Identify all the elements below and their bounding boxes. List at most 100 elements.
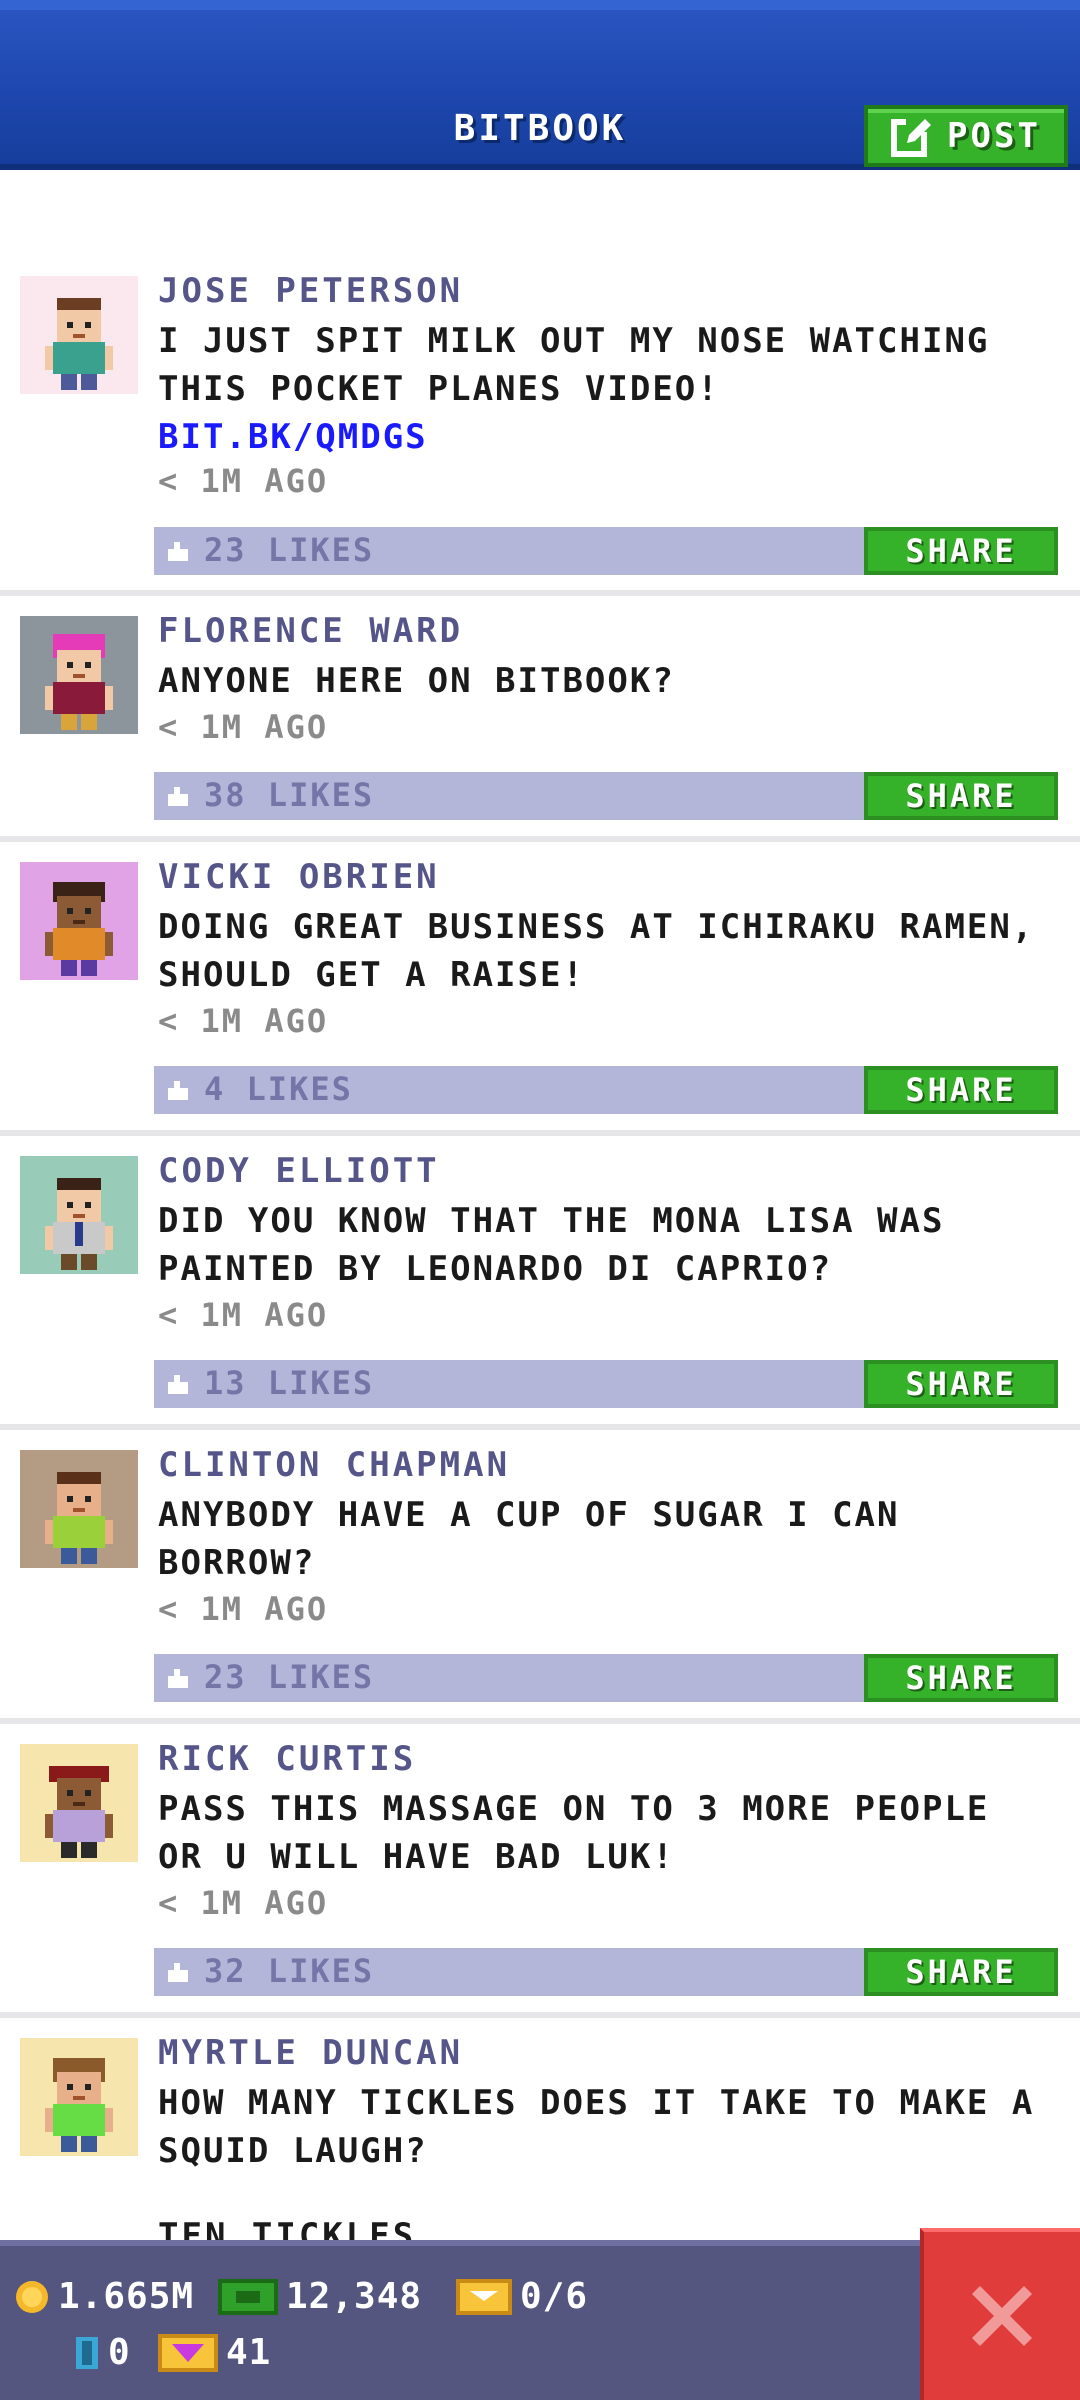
post-author[interactable]: CODY ELLIOTT (158, 1150, 440, 1192)
likes-bar: 23 LIKES SHARE (154, 1654, 1058, 1702)
post-text-line: SHOULD GET A RAISE! (158, 955, 585, 995)
person-icon (45, 1472, 113, 1564)
post-timestamp: < 1M AGO (158, 1296, 329, 1334)
avatar[interactable] (20, 1744, 138, 1862)
elevator-value: 0 (108, 2332, 131, 2373)
post-button[interactable]: POST (864, 105, 1068, 167)
post-author[interactable]: FLORENCE WARD (158, 610, 463, 652)
feed-post: CODY ELLIOTT DID YOU KNOW THAT THE MONA … (0, 1136, 1080, 1430)
share-button[interactable]: SHARE (864, 1066, 1058, 1114)
post-text-line: ANYONE HERE ON BITBOOK? (158, 661, 675, 701)
tickets-value: 0/6 (520, 2276, 589, 2317)
likes-count: 23 LIKES (204, 1658, 375, 1696)
feed-post: CLINTON CHAPMAN ANYBODY HAVE A CUP OF SU… (0, 1430, 1080, 1724)
post-text-line: PASS THIS MASSAGE ON TO 3 MORE PEOPLE (158, 1789, 990, 1829)
post-text: I JUST SPIT MILK OUT MY NOSE WATCHING TH… (158, 317, 1063, 461)
status-bar: 1.665M 12,348 0/6 0 41 (0, 2240, 1080, 2400)
feed-post: MYRTLE DUNCAN HOW MANY TICKLES DOES IT T… (0, 2018, 1080, 2218)
share-button[interactable]: SHARE (864, 1360, 1058, 1408)
likes-count: 23 LIKES (204, 531, 375, 569)
feed-post: FLORENCE WARD ANYONE HERE ON BITBOOK? < … (0, 596, 1080, 842)
share-button[interactable]: SHARE (864, 1948, 1058, 1996)
post-text-line: BORROW? (158, 1543, 316, 1583)
post-timestamp: < 1M AGO (158, 462, 329, 500)
elevator-icon (76, 2336, 98, 2369)
share-button[interactable]: SHARE (864, 1654, 1058, 1702)
feed-post: RICK CURTIS PASS THIS MASSAGE ON TO 3 MO… (0, 1724, 1080, 2018)
post-text-line: I JUST SPIT MILK OUT MY NOSE WATCHING (158, 321, 990, 361)
feed-post: VICKI OBRIEN DOING GREAT BUSINESS AT ICH… (0, 842, 1080, 1136)
post-timestamp: < 1M AGO (158, 708, 329, 746)
close-icon (972, 2286, 1032, 2346)
bux-value: 12,348 (286, 2276, 423, 2317)
post-text-line: DID YOU KNOW THAT THE MONA LISA WAS (158, 1201, 945, 1241)
bux-stat: 12,348 (218, 2276, 422, 2317)
avatar[interactable] (20, 862, 138, 980)
person-icon (45, 882, 113, 976)
thumbs-up-icon[interactable] (166, 539, 190, 563)
gem-ticket-icon (158, 2333, 218, 2372)
post-text-line: THIS POCKET PLANES VIDEO! (158, 369, 720, 409)
bux-icon (218, 2278, 278, 2315)
close-button[interactable] (920, 2228, 1080, 2400)
post-text-line: DOING GREAT BUSINESS AT ICHIRAKU RAMEN, (158, 907, 1035, 947)
app-header: BITBOOK POST (0, 0, 1080, 170)
tickets-stat: 0/6 (456, 2276, 588, 2317)
thumbs-up-icon[interactable] (166, 1666, 190, 1690)
avatar[interactable] (20, 2038, 138, 2156)
avatar[interactable] (20, 1156, 138, 1274)
likes-bar: 23 LIKES SHARE (154, 527, 1058, 575)
post-author[interactable]: JOSE PETERSON (158, 270, 463, 312)
person-icon (45, 1178, 113, 1270)
coin-icon (16, 2280, 48, 2313)
likes-count: 4 LIKES (204, 1070, 353, 1108)
person-icon (45, 298, 113, 390)
post-text: DOING GREAT BUSINESS AT ICHIRAKU RAMEN, … (158, 903, 1063, 999)
gems-stat: 41 (158, 2332, 271, 2373)
feed-list: JOSE PETERSON I JUST SPIT MILK OUT MY NO… (0, 270, 1080, 2218)
thumbs-up-icon[interactable] (166, 784, 190, 808)
post-timestamp: < 1M AGO (158, 1884, 329, 1922)
post-text: ANYBODY HAVE A CUP OF SUGAR I CAN BORROW… (158, 1491, 1063, 1587)
likes-bar: 38 LIKES SHARE (154, 772, 1058, 820)
post-text-line: SQUID LAUGH? (158, 2131, 428, 2171)
feed-post: JOSE PETERSON I JUST SPIT MILK OUT MY NO… (0, 270, 1080, 596)
likes-count: 38 LIKES (204, 776, 375, 814)
post-author[interactable]: CLINTON CHAPMAN (158, 1444, 510, 1486)
avatar[interactable] (20, 616, 138, 734)
gems-value: 41 (226, 2332, 272, 2373)
coins-stat: 1.665M (14, 2276, 194, 2317)
coins-value: 1.665M (58, 2276, 195, 2317)
post-text-line: HOW MANY TICKLES DOES IT TAKE TO MAKE A (158, 2083, 1035, 2123)
likes-bar: 32 LIKES SHARE (154, 1948, 1058, 1996)
share-button[interactable]: SHARE (864, 772, 1058, 820)
post-text: DID YOU KNOW THAT THE MONA LISA WAS PAIN… (158, 1197, 1063, 1293)
avatar[interactable] (20, 276, 138, 394)
post-author[interactable]: MYRTLE DUNCAN (158, 2032, 463, 2074)
likes-bar: 4 LIKES SHARE (154, 1066, 1058, 1114)
avatar[interactable] (20, 1450, 138, 1568)
post-author[interactable]: RICK CURTIS (158, 1738, 416, 1780)
thumbs-up-icon[interactable] (166, 1960, 190, 1984)
post-text: PASS THIS MASSAGE ON TO 3 MORE PEOPLE OR… (158, 1785, 1063, 1881)
post-text-line: ANYBODY HAVE A CUP OF SUGAR I CAN (158, 1495, 900, 1535)
post-text-line: OR U WILL HAVE BAD LUK! (158, 1837, 675, 1877)
post-text: ANYONE HERE ON BITBOOK? (158, 657, 1063, 705)
post-text-line: PAINTED BY LEONARDO DI CAPRIO? (158, 1249, 833, 1289)
elevator-stat: 0 (74, 2332, 131, 2373)
thumbs-up-icon[interactable] (166, 1078, 190, 1102)
thumbs-up-icon[interactable] (166, 1372, 190, 1396)
person-icon (45, 1766, 113, 1858)
post-timestamp: < 1M AGO (158, 1590, 329, 1628)
post-timestamp: < 1M AGO (158, 1002, 329, 1040)
person-icon (45, 634, 113, 730)
person-icon (45, 2058, 113, 2152)
post-button-label: POST (947, 116, 1041, 156)
share-button[interactable]: SHARE (864, 527, 1058, 575)
likes-bar: 13 LIKES SHARE (154, 1360, 1058, 1408)
edit-icon (891, 118, 933, 157)
post-link[interactable]: BIT.BK/QMDGS (158, 413, 1063, 461)
ticket-icon (456, 2278, 512, 2315)
post-author[interactable]: VICKI OBRIEN (158, 856, 440, 898)
likes-count: 13 LIKES (204, 1364, 375, 1402)
